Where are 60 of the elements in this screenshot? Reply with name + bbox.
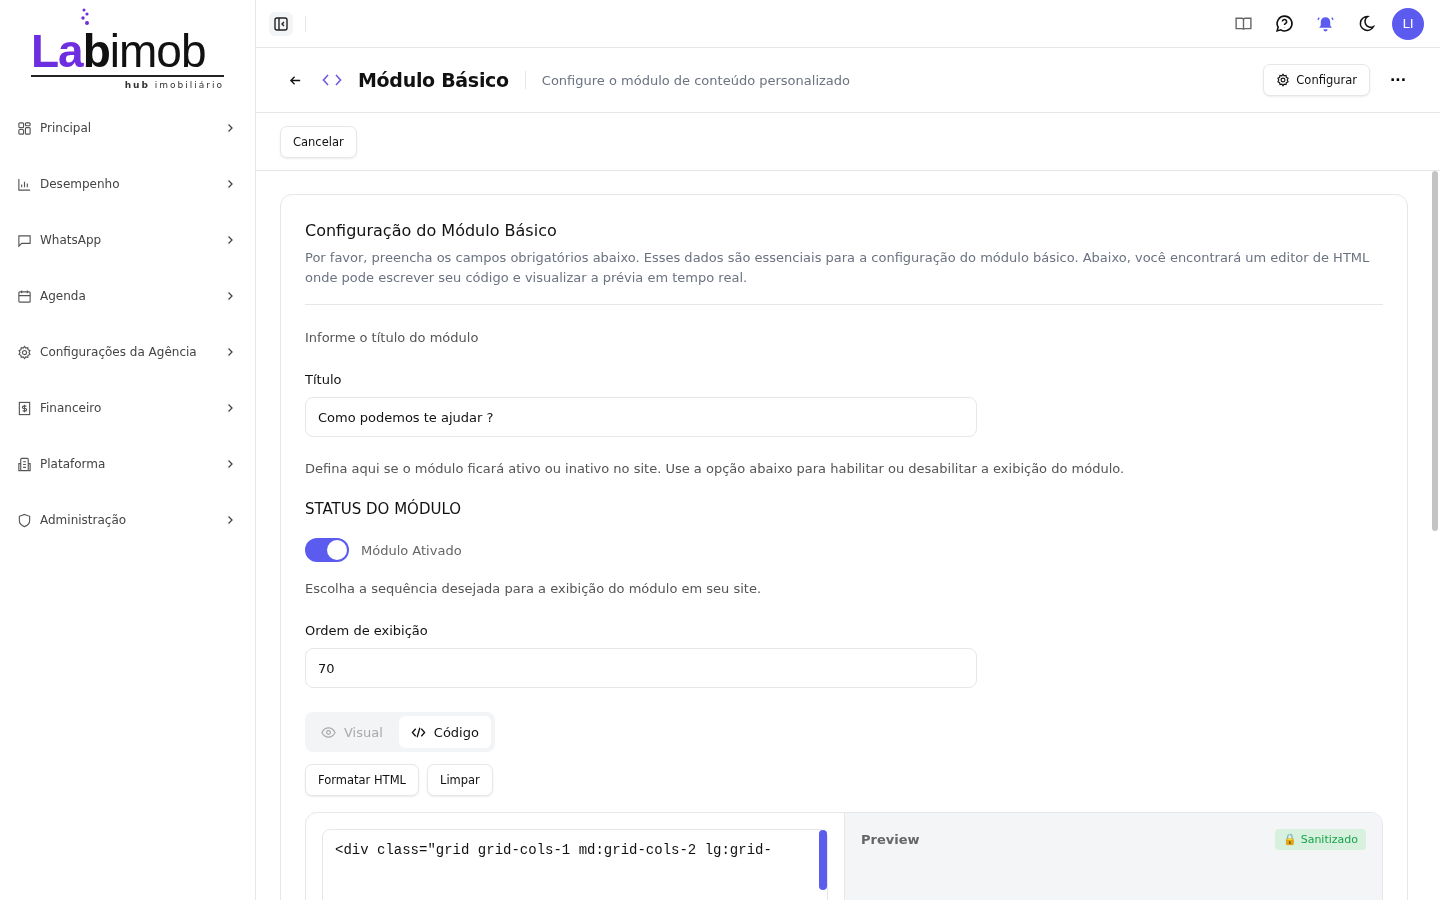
chat-icon xyxy=(17,232,32,248)
sidebar-item[interactable]: Principal xyxy=(0,100,255,156)
chevron-right-icon xyxy=(225,403,235,413)
more-options-button[interactable]: ··· xyxy=(1390,72,1406,88)
chevron-right-icon xyxy=(225,235,235,245)
chevron-right-icon xyxy=(225,459,235,469)
order-input[interactable]: 70 xyxy=(305,648,977,688)
settings-icon xyxy=(17,344,32,360)
cancel-button[interactable]: Cancelar xyxy=(280,125,357,158)
calendar-icon xyxy=(17,288,32,304)
toggle-label: Módulo Ativado xyxy=(361,542,462,558)
sidebar-item[interactable]: Desempenho xyxy=(0,156,255,212)
section-heading: STATUS DO MÓDULO xyxy=(305,500,463,518)
settings-icon xyxy=(1276,73,1291,87)
scrollbar-thumb[interactable] xyxy=(819,830,827,890)
sidebar-item[interactable]: Agenda xyxy=(0,268,255,324)
scrollbar-thumb[interactable] xyxy=(1432,171,1438,531)
sidebar-item[interactable]: Administração xyxy=(0,492,255,548)
toggle-switch[interactable] xyxy=(305,538,349,562)
sanitized-badge: 🔒 Sanitizado xyxy=(1275,829,1366,850)
page-subtitle: Configure o módulo de conteúdo personalizado xyxy=(541,72,850,88)
chevron-right-icon xyxy=(225,179,235,189)
field-hint: Defina aqui se o módulo ficará ativo ou inativo no site. Use a opção abaixo para habilitar ou desabilitar a exibição do módulo. xyxy=(305,461,1126,476)
sidebar-toggle-button[interactable] xyxy=(269,11,293,36)
bell-icon[interactable] xyxy=(1316,14,1335,33)
eye-icon xyxy=(321,724,336,740)
editor-tab[interactable]: Código xyxy=(398,716,491,748)
field-hint: Informe o título do módulo xyxy=(305,330,480,345)
preview-title: Preview xyxy=(861,832,920,847)
building-icon xyxy=(17,456,32,472)
editor-button[interactable]: Limpar xyxy=(426,764,493,796)
code-editor[interactable]: <div class="grid grid-cols-1 md:grid-cols-2 lg:grid- xyxy=(322,829,828,900)
chevron-right-icon xyxy=(225,515,235,525)
field-hint: Escolha a sequência desejada para a exibição do módulo em seu site. xyxy=(305,581,763,596)
chevron-right-icon xyxy=(225,123,235,133)
field-label: Ordem de exibição xyxy=(305,623,429,638)
card-description: Por favor, preencha os campos obrigatórios abaixo. Esses dados são essenciais para a configuração do módulo básico. Abaixo, você encontrará um editor de HTML onde pode escrever seu código e visualizar a prévia em tempo real. xyxy=(305,249,1371,287)
dollar-icon xyxy=(17,400,32,416)
moon-icon[interactable] xyxy=(1357,14,1376,33)
card-title: Configuração do Módulo Básico xyxy=(305,221,558,240)
bar-chart-icon xyxy=(17,176,32,192)
page-title: Módulo Básico xyxy=(358,69,509,91)
help-chat-icon[interactable] xyxy=(1275,14,1294,33)
chevron-right-icon xyxy=(225,347,235,357)
code-icon xyxy=(322,73,342,87)
sidebar-item[interactable]: Plataforma xyxy=(0,436,255,492)
shield-icon xyxy=(17,512,32,528)
user-avatar[interactable]: LI xyxy=(1392,7,1424,40)
grid-icon xyxy=(17,120,32,136)
editor-button[interactable]: Formatar HTML xyxy=(305,764,419,796)
sidebar-item[interactable]: Financeiro xyxy=(0,380,255,436)
field-label: Título xyxy=(305,372,343,387)
sidebar-item[interactable]: WhatsApp xyxy=(0,212,255,268)
code-line: <div class="grid grid-cols-1 md:grid-cols-2 lg:grid- xyxy=(335,842,772,858)
title-input[interactable]: Como podemos te ajudar ? xyxy=(305,397,977,437)
chevron-right-icon xyxy=(225,291,235,301)
sidebar-panel-icon xyxy=(273,15,289,32)
configure-button[interactable]: Configurar xyxy=(1263,64,1371,96)
logo: Labimob hub imobiliário xyxy=(31,8,224,92)
sidebar-item[interactable]: Configurações da Agência xyxy=(0,324,255,380)
